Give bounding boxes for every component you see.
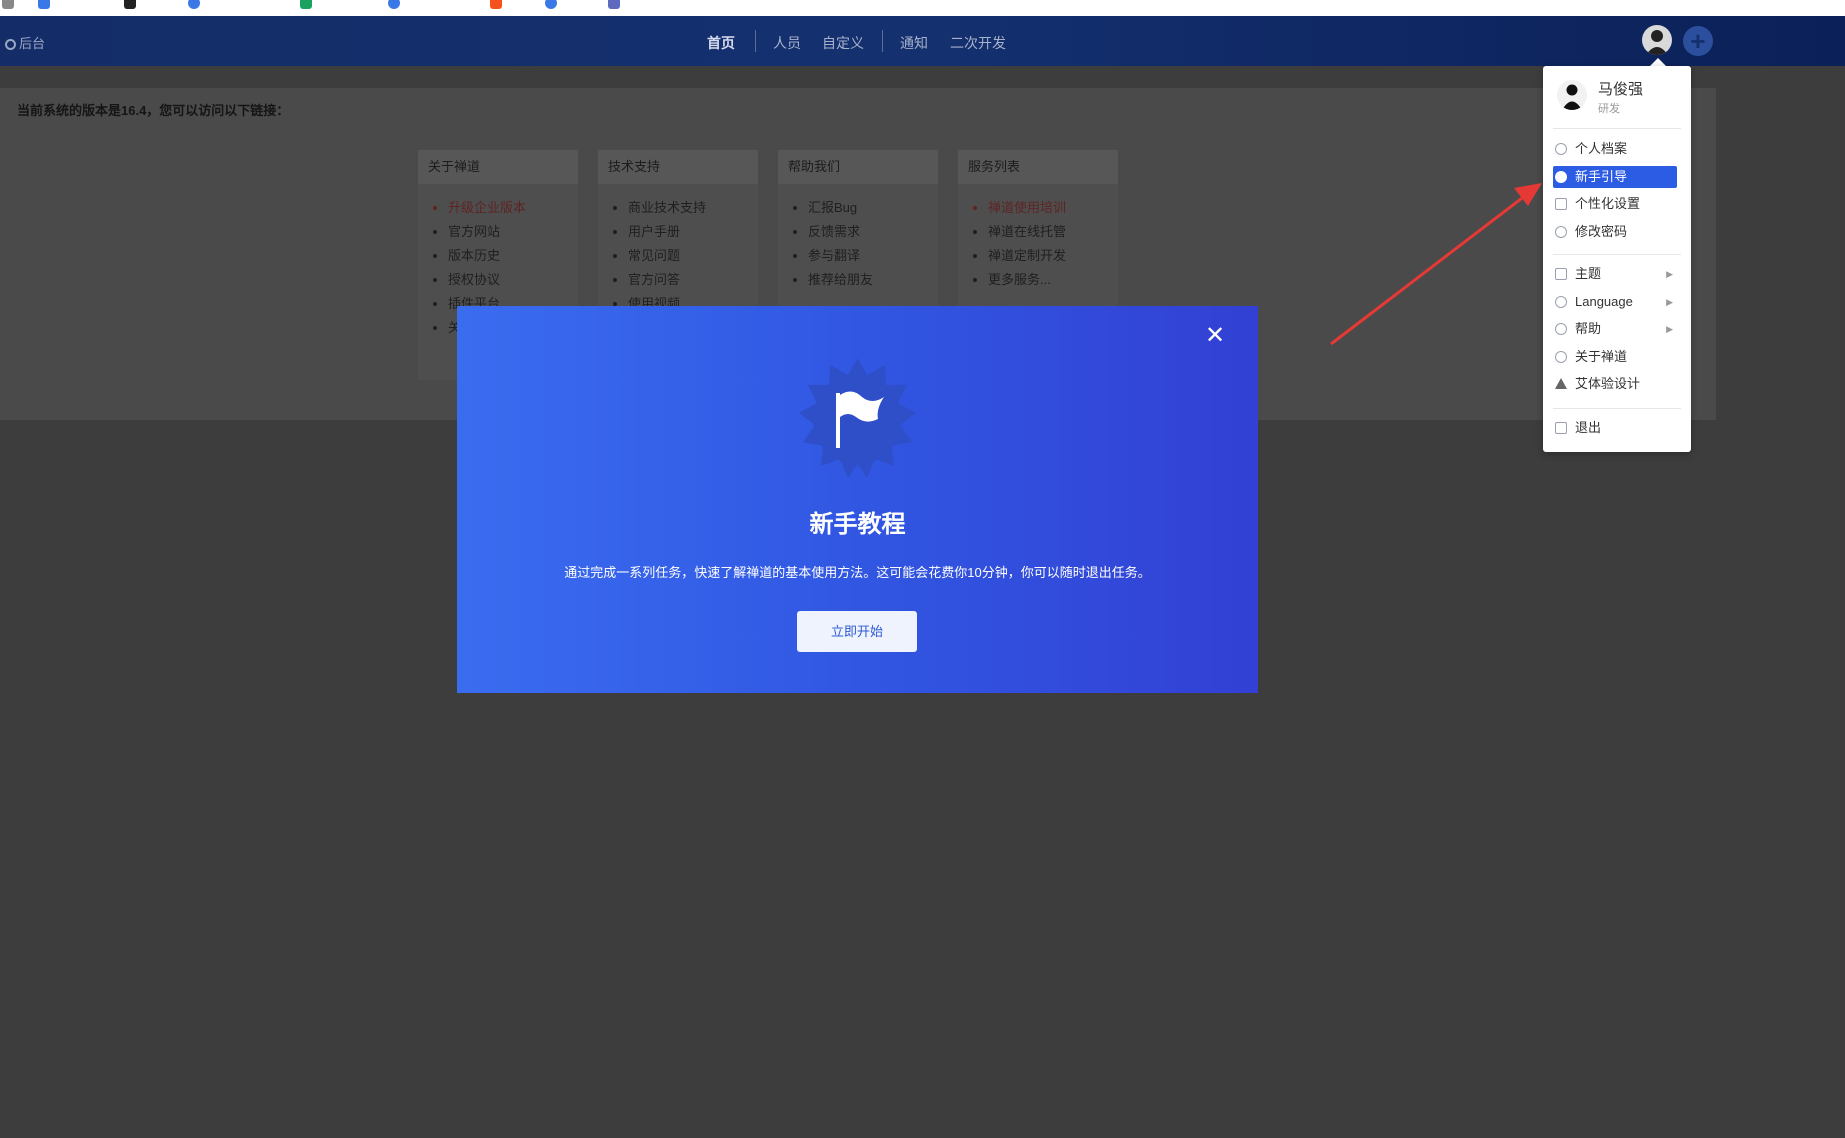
menu-item-label: 帮助 — [1575, 321, 1602, 336]
nav-people[interactable]: 人员 — [773, 33, 801, 53]
question-icon — [1555, 323, 1567, 335]
list-item[interactable]: 禅道在线托管 — [988, 220, 1118, 244]
admin-label: 后台 — [19, 36, 46, 51]
menu-item-profile[interactable]: 个人档案 — [1553, 138, 1677, 160]
dropdown-caret — [1650, 58, 1666, 66]
menu-item-label: 主题 — [1575, 266, 1602, 281]
list-item[interactable]: 禅道定制开发 — [988, 244, 1118, 268]
list-item[interactable]: 官方问答 — [628, 268, 758, 292]
exit-icon — [1555, 422, 1567, 434]
chevron-right-icon: ▶ — [1666, 269, 1673, 279]
list-item[interactable]: 授权协议 — [448, 268, 578, 292]
gear-icon — [1555, 226, 1567, 238]
list-item[interactable]: 更多服务... — [988, 268, 1118, 292]
menu-item-label: 个性化设置 — [1575, 196, 1641, 211]
guide-icon — [1555, 171, 1567, 183]
admin-link[interactable]: 后台 — [5, 33, 45, 52]
bookmark-item[interactable] — [188, 0, 205, 9]
bookmark-item[interactable] — [490, 0, 507, 9]
avatar — [1557, 80, 1587, 110]
bookmark-item[interactable] — [608, 0, 625, 9]
menu-item-label: 艾体验设计 — [1575, 376, 1641, 391]
menu-item-help[interactable]: 帮助 ▶ — [1553, 318, 1677, 340]
list-item[interactable]: 禅道使用培训 — [988, 196, 1118, 220]
list-settings-icon — [1555, 198, 1567, 210]
list-item[interactable]: 汇报Bug — [808, 196, 938, 220]
menu-item-logout[interactable]: 退出 — [1553, 417, 1677, 439]
chevron-right-icon: ▶ — [1666, 324, 1673, 334]
menu-item-theme[interactable]: 主题 ▶ — [1553, 263, 1677, 285]
list-item[interactable]: 用户手册 — [628, 220, 758, 244]
menu-item-label: Language — [1575, 294, 1633, 309]
menu-item-design[interactable]: 艾体验设计 — [1553, 373, 1677, 395]
nav-separator — [755, 30, 756, 52]
close-icon[interactable]: ✕ — [1205, 321, 1225, 350]
bookmarks-bar — [0, 0, 1845, 16]
bookmark-item[interactable] — [388, 0, 405, 9]
bookmark-item[interactable] — [300, 0, 317, 9]
chevron-right-icon: ▶ — [1666, 297, 1673, 307]
list-item[interactable]: 常见问题 — [628, 244, 758, 268]
menu-divider — [1553, 128, 1681, 129]
menu-item-guide[interactable]: 新手引导 — [1553, 166, 1677, 188]
user-role: 研发 — [1598, 103, 1620, 115]
menu-item-preferences[interactable]: 个性化设置 — [1553, 193, 1677, 215]
nav-dev[interactable]: 二次开发 — [950, 33, 1006, 53]
column-title: 技术支持 — [598, 150, 758, 184]
list-item[interactable]: 推荐给朋友 — [808, 268, 938, 292]
nav-custom[interactable]: 自定义 — [822, 33, 864, 53]
bookmark-item[interactable] — [2, 0, 19, 9]
top-navbar: 后台 首页 人员 自定义 通知 二次开发 + — [0, 16, 1845, 66]
bookmark-item[interactable] — [124, 0, 141, 9]
shirt-icon — [1555, 268, 1567, 280]
add-button[interactable]: + — [1683, 26, 1713, 56]
menu-item-label: 个人档案 — [1575, 141, 1628, 156]
menu-item-language[interactable]: Language ▶ — [1553, 291, 1677, 313]
menu-item-about[interactable]: 关于禅道 — [1553, 346, 1677, 368]
column-title: 关于禅道 — [418, 150, 578, 184]
user-name: 马俊强 — [1598, 81, 1644, 98]
column-title: 服务列表 — [958, 150, 1118, 184]
modal-description: 通过完成一系列任务，快速了解禅道的基本使用方法。这可能会花费你10分钟，你可以随… — [564, 565, 1151, 580]
menu-item-change-password[interactable]: 修改密码 — [1553, 221, 1677, 243]
column-title: 帮助我们 — [778, 150, 938, 184]
list-item[interactable]: 官方网站 — [448, 220, 578, 244]
menu-item-label: 修改密码 — [1575, 224, 1628, 239]
list-item[interactable]: 版本历史 — [448, 244, 578, 268]
version-text: 当前系统的版本是16.4，您可以访问以下链接： — [17, 103, 290, 118]
gear-icon — [5, 39, 16, 50]
a-logo-icon — [1555, 378, 1567, 389]
bookmark-item[interactable] — [38, 0, 55, 9]
list-item[interactable]: 升级企业版本 — [448, 196, 578, 220]
list-item[interactable]: 商业技术支持 — [628, 196, 758, 220]
nav-notify[interactable]: 通知 — [900, 33, 928, 53]
menu-divider — [1553, 408, 1681, 409]
user-dropdown-menu: 马俊强 研发 个人档案 新手引导 个性化设置 修改密码 主题 ▶ Language… — [1543, 66, 1691, 452]
nav-separator — [882, 30, 883, 52]
globe-icon — [1555, 296, 1567, 308]
start-button[interactable]: 立即开始 — [797, 611, 917, 652]
menu-item-label: 退出 — [1575, 420, 1602, 435]
bookmark-item[interactable] — [545, 0, 562, 9]
list-item[interactable]: 反馈需求 — [808, 220, 938, 244]
menu-divider — [1553, 254, 1681, 255]
modal-title: 新手教程 — [809, 511, 906, 538]
menu-item-label: 新手引导 — [1575, 169, 1628, 184]
avatar[interactable] — [1642, 25, 1672, 55]
tutorial-modal: ✕ 新手教程 通过完成一系列任务，快速了解禅道的基本使用方法。这可能会花费你10… — [457, 306, 1258, 693]
flag-badge-icon — [799, 358, 916, 478]
list-item[interactable]: 参与翻译 — [808, 244, 938, 268]
user-circle-icon — [1555, 143, 1567, 155]
info-icon — [1555, 351, 1567, 363]
menu-item-label: 关于禅道 — [1575, 349, 1628, 364]
nav-home[interactable]: 首页 — [707, 33, 735, 53]
